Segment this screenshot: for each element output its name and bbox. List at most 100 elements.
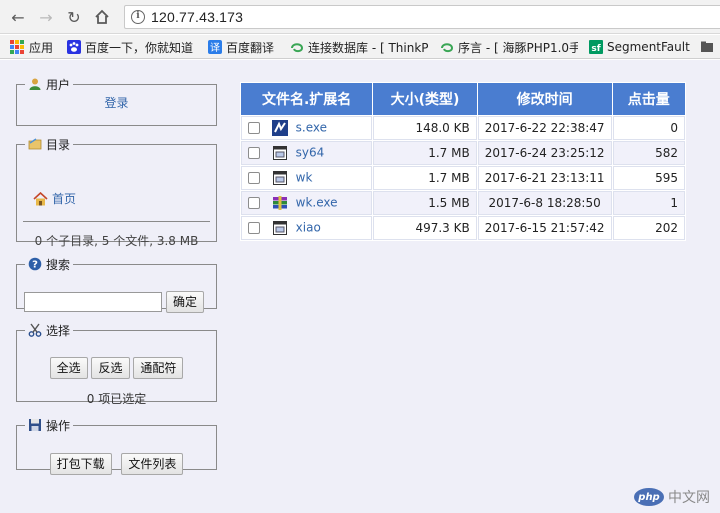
actions-legend: 操作 bbox=[25, 417, 73, 433]
site-info-icon[interactable]: i bbox=[131, 10, 145, 24]
download-archive-button[interactable]: 打包下载 bbox=[49, 453, 112, 475]
file-table: 文件名.扩展名 大小(类型) 修改时间 点击量 s.exe 148.0 KB 2… bbox=[240, 82, 686, 241]
php-cn-watermark: php 中文网 bbox=[634, 487, 710, 507]
row-checkbox[interactable] bbox=[248, 197, 260, 209]
bookmark-dolphinphp[interactable]: 序言 - [ 海豚PHP1.0手 bbox=[440, 38, 578, 56]
row-checkbox[interactable] bbox=[248, 122, 260, 134]
watermark-text: 中文网 bbox=[668, 490, 710, 506]
table-row: sy64 1.7 MB 2017-6-24 23:25:12 582 bbox=[241, 141, 685, 165]
segmentfault-icon: sf bbox=[589, 40, 603, 54]
column-header-size[interactable]: 大小(类型) bbox=[373, 83, 477, 115]
file-browser-page: 用户 登录 目录 首页 0 个子目录, 5 个文件, 3.8 MB ? 搜索 确… bbox=[0, 60, 720, 513]
bookmark-baidu-translate[interactable]: 译 百度翻译 bbox=[208, 38, 274, 56]
user-panel: 用户 登录 bbox=[16, 76, 217, 126]
file-size: 1.5 MB bbox=[373, 191, 477, 215]
bookmark-baidu[interactable]: 百度一下，你就知道 bbox=[67, 38, 193, 56]
file-link[interactable]: xiao bbox=[296, 221, 321, 235]
bookmark-label: 百度一下，你就知道 bbox=[85, 40, 194, 55]
file-link[interactable]: wk.exe bbox=[296, 196, 338, 210]
save-disk-icon bbox=[29, 419, 41, 431]
row-checkbox[interactable] bbox=[248, 147, 260, 159]
file-link[interactable]: wk bbox=[296, 171, 313, 185]
svg-text:sf: sf bbox=[591, 44, 600, 54]
directory-divider bbox=[23, 221, 210, 222]
baidu-paw-icon bbox=[67, 40, 81, 54]
file-modified: 2017-6-15 21:57:42 bbox=[477, 216, 612, 240]
file-clicks: 0 bbox=[612, 116, 685, 140]
select-panel: 选择 全选 反选 通配符 0 项已选定 bbox=[16, 322, 217, 406]
file-modified: 2017-6-21 23:13:11 bbox=[477, 166, 612, 190]
bookmark-more[interactable] bbox=[700, 38, 718, 56]
forward-icon[interactable]: → bbox=[36, 7, 56, 27]
baidu-translate-icon: 译 bbox=[208, 40, 222, 54]
generic-file-icon bbox=[272, 171, 287, 185]
table-header-row: 文件名.扩展名 大小(类型) 修改时间 点击量 bbox=[241, 83, 685, 115]
invert-selection-button[interactable]: 反选 bbox=[91, 357, 130, 379]
table-row: s.exe 148.0 KB 2017-6-22 22:38:47 0 bbox=[241, 116, 685, 140]
help-icon: ? bbox=[28, 257, 42, 271]
svg-text:?: ? bbox=[32, 260, 38, 271]
bookmark-segmentfault[interactable]: sf SegmentFault bbox=[589, 38, 690, 56]
file-link[interactable]: sy64 bbox=[296, 146, 325, 160]
file-clicks: 1 bbox=[612, 191, 685, 215]
file-link[interactable]: s.exe bbox=[296, 121, 327, 135]
bookmark-apps[interactable]: 应用 bbox=[10, 38, 53, 56]
select-legend: 选择 bbox=[25, 322, 73, 338]
search-panel: ? 搜索 确定 bbox=[16, 256, 217, 313]
file-clicks: 582 bbox=[612, 141, 685, 165]
watermark-badge: php bbox=[634, 488, 664, 506]
bookmark-label: SegmentFault bbox=[607, 40, 690, 54]
exe-file-icon bbox=[271, 120, 288, 136]
apps-grid-icon bbox=[10, 40, 24, 54]
address-bar[interactable]: i 120.77.43.173 bbox=[124, 5, 720, 29]
search-legend: ? 搜索 bbox=[25, 256, 73, 272]
select-all-button[interactable]: 全选 bbox=[49, 357, 88, 379]
search-input[interactable] bbox=[24, 292, 162, 312]
selected-count: 0 项已选定 bbox=[86, 392, 147, 406]
file-clicks: 202 bbox=[612, 216, 685, 240]
generic-file-icon bbox=[272, 146, 287, 160]
user-icon bbox=[29, 78, 41, 90]
column-header-modified[interactable]: 修改时间 bbox=[477, 83, 612, 115]
bookmark-label: 应用 bbox=[29, 40, 54, 55]
file-clicks: 595 bbox=[612, 166, 685, 190]
file-size: 497.3 KB bbox=[373, 216, 477, 240]
wildcard-select-button[interactable]: 通配符 bbox=[133, 357, 184, 379]
bookmark-label: 百度翻译 bbox=[226, 40, 275, 55]
browser-toolbar: ← → ↻ i 120.77.43.173 bbox=[0, 0, 720, 34]
bookmark-label: 连接数据库 - [ ThinkP bbox=[308, 40, 428, 55]
folder-icon bbox=[28, 138, 42, 150]
bookmark-folder-icon bbox=[701, 41, 713, 52]
file-size: 1.7 MB bbox=[373, 166, 477, 190]
file-size: 148.0 KB bbox=[373, 116, 477, 140]
search-submit-button[interactable]: 确定 bbox=[166, 291, 205, 313]
dolphinphp-icon bbox=[441, 43, 454, 53]
archive-exe-icon bbox=[272, 196, 287, 210]
column-header-name[interactable]: 文件名.扩展名 bbox=[241, 83, 373, 115]
table-row: wk.exe 1.5 MB 2017-6-8 18:28:50 1 bbox=[241, 191, 685, 215]
row-checkbox[interactable] bbox=[248, 172, 260, 184]
bookmarks-bar: 应用 百度一下，你就知道 译 百度翻译 连接数据库 - [ ThinkP 序言 … bbox=[0, 35, 720, 59]
table-row: wk 1.7 MB 2017-6-21 23:13:11 595 bbox=[241, 166, 685, 190]
file-size: 1.7 MB bbox=[373, 141, 477, 165]
login-link[interactable]: 登录 bbox=[104, 96, 128, 110]
file-modified: 2017-6-8 18:28:50 bbox=[477, 191, 612, 215]
directory-summary: 0 个子目录, 5 个文件, 3.8 MB bbox=[34, 234, 199, 248]
row-checkbox[interactable] bbox=[248, 222, 260, 234]
directory-panel: 目录 首页 0 个子目录, 5 个文件, 3.8 MB bbox=[16, 136, 217, 248]
file-modified: 2017-6-24 23:25:12 bbox=[477, 141, 612, 165]
file-modified: 2017-6-22 22:38:47 bbox=[477, 116, 612, 140]
home-link[interactable]: 首页 bbox=[52, 190, 76, 207]
svg-text:译: 译 bbox=[210, 42, 220, 54]
table-row: xiao 497.3 KB 2017-6-15 21:57:42 202 bbox=[241, 216, 685, 240]
scissors-icon bbox=[28, 323, 42, 337]
file-list-button[interactable]: 文件列表 bbox=[121, 453, 184, 475]
back-icon[interactable]: ← bbox=[8, 7, 28, 27]
column-header-clicks[interactable]: 点击量 bbox=[612, 83, 685, 115]
user-legend: 用户 bbox=[25, 76, 73, 92]
home-icon[interactable] bbox=[92, 7, 112, 27]
reload-icon[interactable]: ↻ bbox=[64, 7, 84, 27]
actions-panel: 操作 打包下载 文件列表 bbox=[16, 417, 217, 475]
bookmark-thinkphp[interactable]: 连接数据库 - [ ThinkP bbox=[290, 38, 428, 56]
thinkphp-icon bbox=[291, 43, 304, 53]
